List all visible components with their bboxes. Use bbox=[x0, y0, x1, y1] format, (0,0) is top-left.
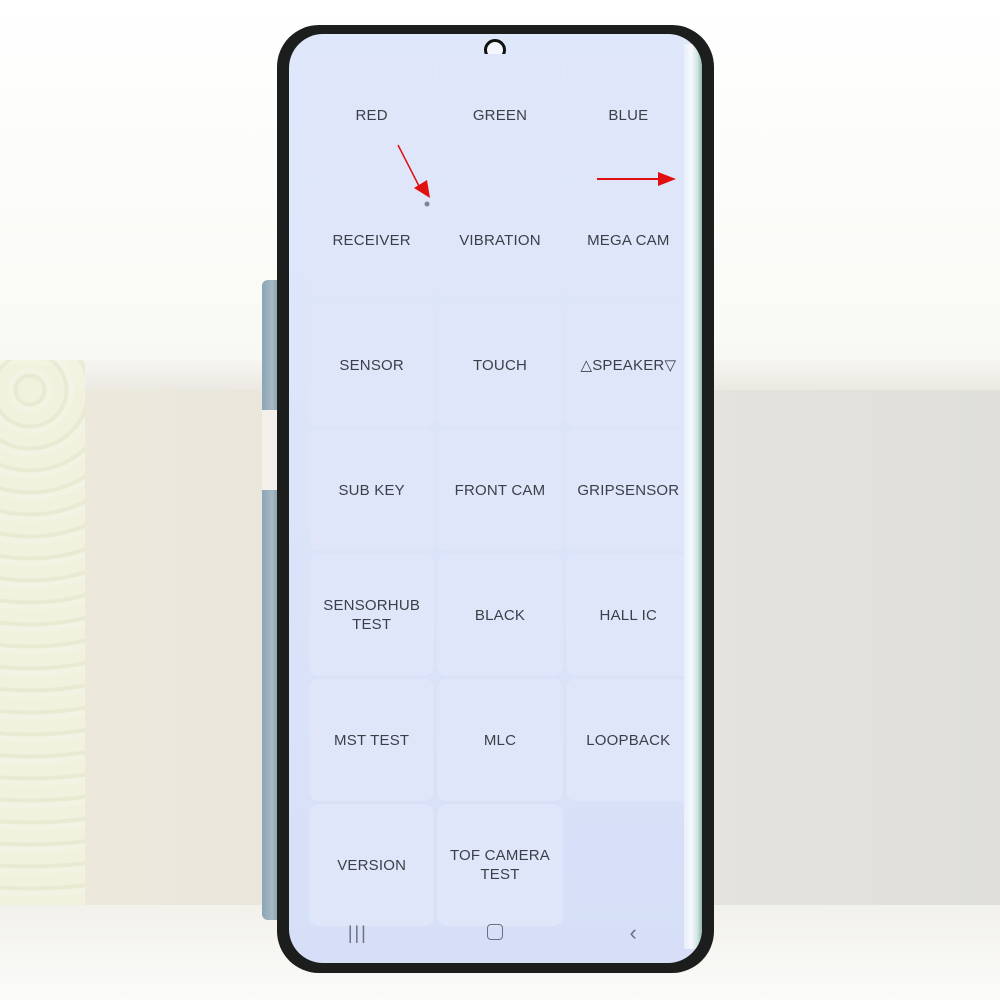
annotation-arrowhead-horizontal bbox=[658, 172, 676, 186]
annotation-layer bbox=[397, 144, 676, 207]
dead-pixel-spot bbox=[424, 201, 430, 207]
annotation-arrowhead-diagonal bbox=[414, 180, 430, 198]
annotation-arrow-diagonal-line bbox=[397, 144, 421, 189]
